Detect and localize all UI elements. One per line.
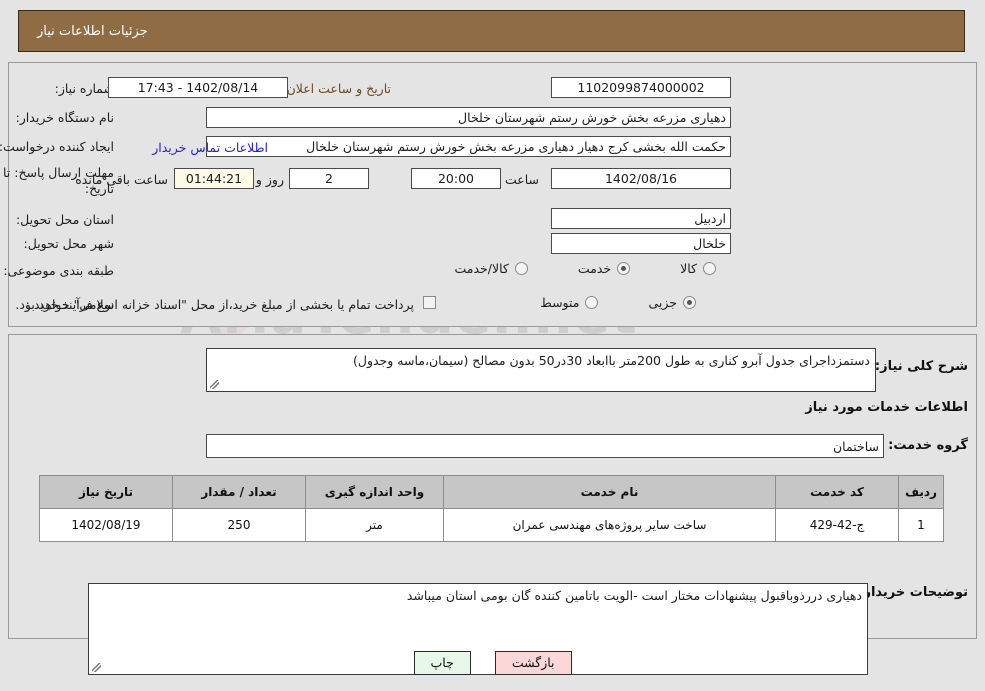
request-creator-label: ایجاد کننده درخواست: (0, 139, 114, 154)
cell-quantity: 250 (172, 508, 306, 542)
print-button[interactable]: چاپ (413, 651, 471, 675)
city-field[interactable]: خلخال (551, 233, 731, 254)
th-service-name: نام خدمت (443, 475, 776, 509)
purchase-type-radio-group: جزیی متوسط (540, 295, 696, 310)
deadline-days-label: روز و (255, 172, 284, 187)
category-label: طبقه بندی موضوعی: (3, 263, 114, 278)
cell-need-date: 1402/08/19 (39, 508, 173, 542)
page-title-bar: جزئیات اطلاعات نیاز (18, 10, 965, 52)
countdown-timer: 01:44:21 (174, 168, 254, 189)
purchase-type-radio-1[interactable] (585, 296, 599, 309)
treasury-docs-text: پرداخت تمام یا بخشی از مبلغ خرید،از محل … (15, 297, 414, 312)
category-radio-2[interactable] (514, 262, 528, 275)
cell-service-name: ساخت سایر پروژه‌های مهندسی عمران (443, 508, 776, 542)
deadline-time-field[interactable]: 20:00 (411, 168, 501, 189)
th-quantity: تعداد / مقدار (172, 475, 306, 509)
cell-service-code: ج-42-429 (775, 508, 899, 542)
buyer-org-label: نام دستگاه خریدار: (15, 110, 114, 125)
service-group-label: گروه خدمت: (888, 438, 968, 453)
category-option-label-1: خدمت (577, 261, 612, 276)
service-group-field[interactable]: ساختمان (206, 434, 884, 458)
th-unit: واحد اندازه گیری (305, 475, 444, 509)
cell-row: 1 (898, 508, 944, 542)
purchase-type-option-label-1: متوسط (540, 295, 580, 310)
page-title: جزئیات اطلاعات نیاز (37, 23, 148, 39)
category-option-label-0: کالا (680, 261, 697, 276)
deadline-time-label: ساعت (504, 172, 539, 187)
need-number-label: شماره نیاز: (54, 81, 114, 96)
category-radio-group: کالا خدمت کالا/خدمت (126, 261, 716, 276)
request-creator-field[interactable]: حکمت الله بخشی کرج دهیار دهیاری مزرعه بخ… (206, 136, 731, 157)
province-field[interactable]: اردبیل (551, 208, 731, 229)
table-row[interactable]: 1 ج-42-429 ساخت سایر پروژه‌های مهندسی عم… (39, 508, 944, 542)
table-header-row: ردیف کد خدمت نام خدمت واحد اندازه گیری ت… (39, 475, 944, 509)
buyer-contact-link[interactable]: اطلاعات تماس خریدار (152, 140, 268, 155)
category-option-label-2: کالا/خدمت (454, 261, 509, 276)
general-desc-textarea[interactable]: دستمزداجرای جدول آبرو کناری به طول 200مت… (206, 348, 876, 392)
category-radio-0[interactable] (703, 262, 716, 275)
need-info-panel: شماره نیاز: 1102099874000002 تاریخ و ساع… (0, 62, 977, 327)
treasury-docs-checkbox[interactable] (423, 296, 436, 309)
back-button[interactable]: بازگشت (494, 651, 572, 675)
general-desc-label: شرح کلی نیاز: (874, 359, 968, 374)
th-row: ردیف (898, 475, 944, 509)
th-service-code: کد خدمت (775, 475, 899, 509)
th-need-date: تاریخ نیاز (39, 475, 173, 509)
services-table: ردیف کد خدمت نام خدمت واحد اندازه گیری ت… (39, 475, 944, 542)
remaining-label: ساعت باقی مانده (75, 172, 168, 187)
category-radio-1[interactable] (617, 262, 631, 275)
cell-unit: متر (305, 508, 444, 542)
footer-buttons: بازگشت چاپ (0, 651, 985, 675)
services-heading: اطلاعات خدمات مورد نیاز (805, 400, 968, 415)
services-table-wrapper: ردیف کد خدمت نام خدمت واحد اندازه گیری ت… (39, 475, 944, 542)
city-label: شهر محل تحویل: (23, 236, 114, 251)
buyer-notes-label: توضیحات خریدار: (858, 585, 968, 600)
buyer-org-field[interactable]: دهیاری مزرعه بخش خورش رستم شهرستان خلخال (206, 107, 731, 128)
deadline-days-field[interactable]: 2 (289, 168, 369, 189)
deadline-date-field[interactable]: 1402/08/16 (551, 168, 731, 189)
province-label: استان محل تحویل: (15, 212, 114, 227)
purchase-type-option-label-0: جزیی (648, 295, 677, 310)
need-number-field[interactable]: 1102099874000002 (551, 77, 731, 98)
purchase-type-radio-0[interactable] (683, 296, 696, 309)
public-announce-field[interactable]: 1402/08/14 - 17:43 (108, 77, 288, 98)
services-panel: شرح کلی نیاز: دستمزداجرای جدول آبرو کنار… (8, 334, 977, 675)
